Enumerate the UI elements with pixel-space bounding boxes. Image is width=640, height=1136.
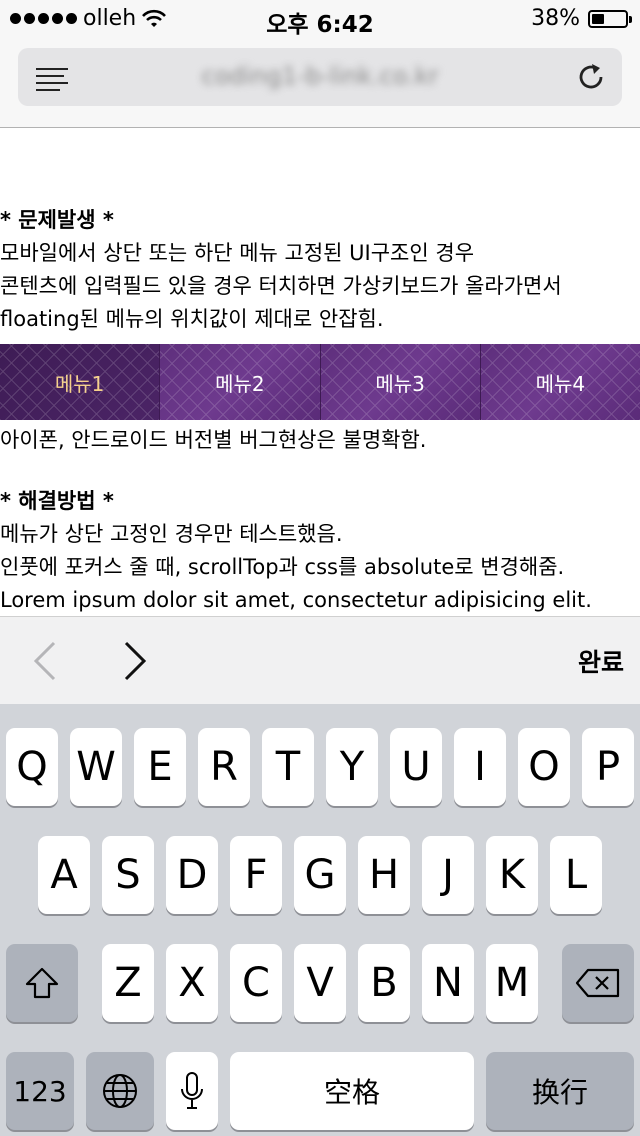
key-g[interactable]: G <box>294 836 346 914</box>
key-n[interactable]: N <box>422 944 474 1022</box>
microphone-icon <box>181 1072 203 1109</box>
key-i[interactable]: I <box>454 728 506 806</box>
keyboard-accessory-bar: 완료 <box>0 616 640 704</box>
key-d[interactable]: D <box>166 836 218 914</box>
key-y[interactable]: Y <box>326 728 378 806</box>
globe-key[interactable] <box>86 1052 154 1130</box>
key-p[interactable]: P <box>582 728 634 806</box>
key-q[interactable]: Q <box>6 728 58 806</box>
chevron-right-icon[interactable] <box>114 637 154 685</box>
key-a[interactable]: A <box>38 836 90 914</box>
key-l[interactable]: L <box>550 836 602 914</box>
address-bar[interactable]: coding1-b-link.co.kr <box>18 48 622 106</box>
key-x[interactable]: X <box>166 944 218 1022</box>
menu-item-3[interactable]: 메뉴3 <box>320 344 481 420</box>
key-u[interactable]: U <box>390 728 442 806</box>
virtual-keyboard: Q W E R T Y U I O P A S D F G H J K L Z … <box>0 704 640 1136</box>
battery-icon <box>588 9 632 28</box>
battery-percent: 38% <box>531 6 580 31</box>
delete-key[interactable] <box>562 944 634 1022</box>
menu-item-4[interactable]: 메뉴4 <box>480 344 640 420</box>
key-r[interactable]: R <box>198 728 250 806</box>
shift-icon <box>25 967 59 999</box>
key-j[interactable]: J <box>422 836 474 914</box>
space-key[interactable]: 空格 <box>230 1052 474 1130</box>
battery-status: 38% <box>531 6 632 31</box>
delete-icon <box>575 968 620 998</box>
shift-key[interactable] <box>6 944 78 1022</box>
solution-line: 인풋에 포커스 줄 때, scrollTop과 css를 absolute로 변… <box>0 555 565 579</box>
done-button[interactable]: 완료 <box>578 643 624 679</box>
key-f[interactable]: F <box>230 836 282 914</box>
reload-icon[interactable] <box>574 60 608 94</box>
menu-item-label: 메뉴3 <box>375 371 425 396</box>
menu-item-2[interactable]: 메뉴2 <box>160 344 321 420</box>
menu-item-label: 메뉴1 <box>54 371 105 396</box>
globe-icon <box>103 1074 137 1108</box>
solution-line: 메뉴가 상단 고정인 경우만 테스트했음. <box>0 522 343 546</box>
problem-heading: * 문제발생 * <box>0 208 114 232</box>
status-bar: olleh 오후 6:42 38% <box>0 0 640 40</box>
key-w[interactable]: W <box>70 728 122 806</box>
numbers-key[interactable]: 123 <box>6 1052 74 1130</box>
solution-heading: * 해결방법 * <box>0 489 114 513</box>
microphone-key[interactable] <box>166 1052 218 1130</box>
floating-menu-bar: 메뉴1 메뉴2 메뉴3 메뉴4 <box>0 344 640 420</box>
key-v[interactable]: V <box>294 944 346 1022</box>
key-e[interactable]: E <box>134 728 186 806</box>
menu-item-label: 메뉴4 <box>535 371 586 396</box>
key-t[interactable]: T <box>262 728 314 806</box>
solution-line: Lorem ipsum dolor sit amet, consectetur … <box>0 588 592 612</box>
problem-line: 모바일에서 상단 또는 하단 메뉴 고정된 UI구조인 경우 <box>0 241 475 265</box>
url-text[interactable]: coding1-b-link.co.kr <box>18 62 622 90</box>
menu-item-label: 메뉴2 <box>215 371 265 396</box>
browser-toolbar: coding1-b-link.co.kr <box>0 40 640 128</box>
key-m[interactable]: M <box>486 944 538 1022</box>
solution-section: * 해결방법 * 메뉴가 상단 고정인 경우만 테스트했음. 인풋에 포커스 줄… <box>0 485 636 616</box>
key-h[interactable]: H <box>358 836 410 914</box>
chevron-left-icon[interactable] <box>26 637 66 685</box>
problem-line: 콘텐츠에 입력필드 있을 경우 터치하면 가상키보드가 올라가면서 <box>0 274 562 298</box>
key-c[interactable]: C <box>230 944 282 1022</box>
key-z[interactable]: Z <box>102 944 154 1022</box>
menu-item-1[interactable]: 메뉴1 <box>0 344 161 420</box>
key-k[interactable]: K <box>486 836 538 914</box>
problem-section: * 문제발생 * 모바일에서 상단 또는 하단 메뉴 고정된 UI구조인 경우 … <box>0 204 636 336</box>
bug-line: 아이폰, 안드로이드 버전별 버그현상은 불명확함. <box>0 428 427 452</box>
key-b[interactable]: B <box>358 944 410 1022</box>
key-s[interactable]: S <box>102 836 154 914</box>
return-key[interactable]: 换行 <box>486 1052 634 1130</box>
problem-line: floating된 메뉴의 위치값이 제대로 안잡힘. <box>0 307 384 331</box>
key-o[interactable]: O <box>518 728 570 806</box>
